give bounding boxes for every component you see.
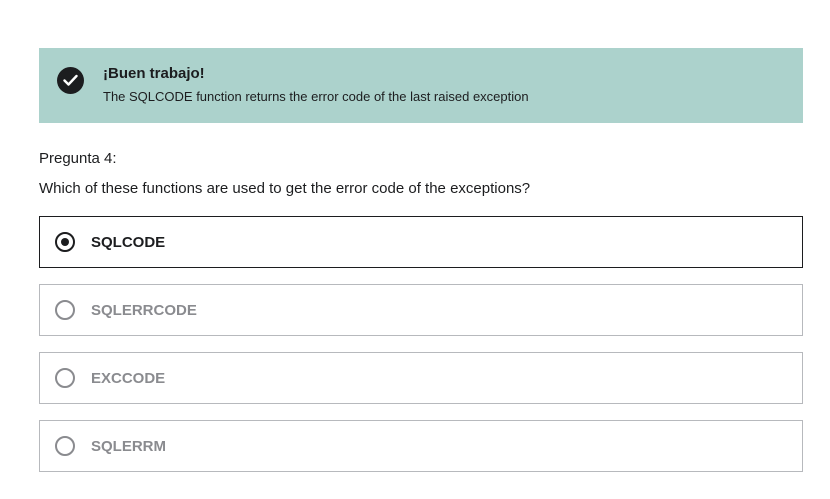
radio-button-selected[interactable] bbox=[55, 232, 75, 252]
radio-button[interactable] bbox=[55, 368, 75, 388]
answer-option-sqlerrcode[interactable]: SQLERRCODE bbox=[39, 284, 803, 336]
answer-option-sqlerrm[interactable]: SQLERRM bbox=[39, 420, 803, 472]
radio-button[interactable] bbox=[55, 436, 75, 456]
answer-option-label: EXCCODE bbox=[91, 370, 166, 387]
radio-dot-icon bbox=[61, 238, 69, 246]
answer-option-label: SQLERRCODE bbox=[91, 302, 197, 319]
question-text: Which of these functions are used to get… bbox=[39, 180, 531, 197]
feedback-banner: ¡Buen trabajo! The SQLCODE function retu… bbox=[39, 48, 803, 123]
answer-option-sqlcode[interactable]: SQLCODE bbox=[39, 216, 803, 268]
answer-option-label: SQLERRM bbox=[91, 438, 166, 455]
radio-button[interactable] bbox=[55, 300, 75, 320]
answer-option-label: SQLCODE bbox=[91, 234, 166, 251]
answer-option-exccode[interactable]: EXCCODE bbox=[39, 352, 803, 404]
question-number: Pregunta 4: bbox=[39, 150, 117, 167]
feedback-title: ¡Buen trabajo! bbox=[103, 65, 205, 82]
feedback-message: The SQLCODE function returns the error c… bbox=[103, 89, 529, 104]
check-circle-icon bbox=[57, 67, 84, 94]
